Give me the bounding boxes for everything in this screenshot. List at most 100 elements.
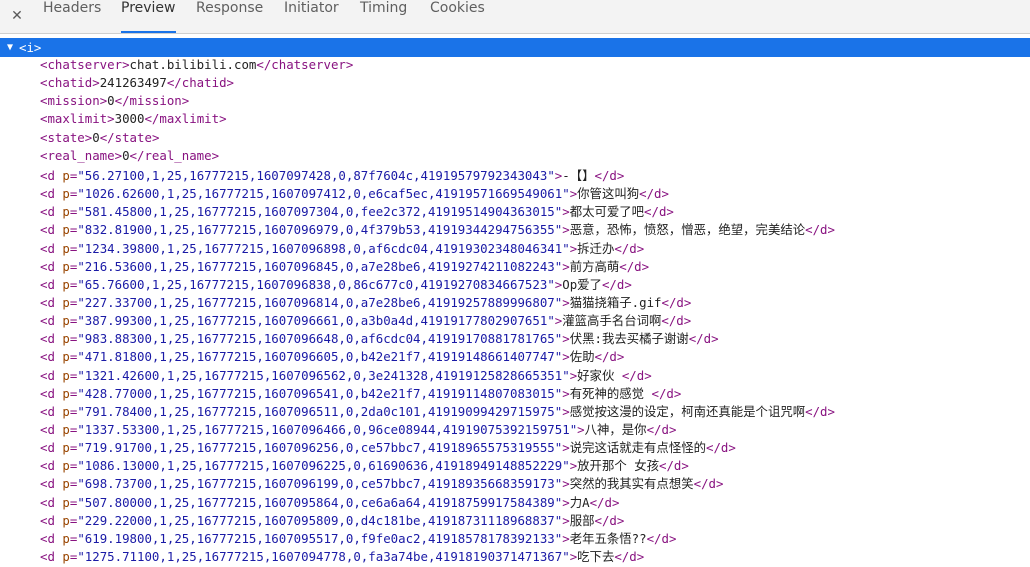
tree-node-danmaku[interactable]: <d p="428.77000,1,25,16777215,1607096541… bbox=[0, 384, 1030, 402]
attr-quote: " bbox=[562, 549, 570, 565]
tree-node-danmaku[interactable]: <d p="1321.42600,1,25,16777215,160709656… bbox=[0, 366, 1030, 384]
danmaku-text: 力A bbox=[569, 494, 590, 510]
tree-node-danmaku[interactable]: <d p="581.45800,1,25,16777215,1607097304… bbox=[0, 202, 1030, 220]
attr-value: 1275.71100,1,25,16777215,1607094778,0,fa… bbox=[84, 549, 563, 565]
close-tag-start: </ bbox=[166, 75, 182, 91]
danmaku-text: 拆迁办 bbox=[577, 240, 615, 256]
tree-node-danmaku[interactable]: <d p="1337.53300,1,25,16777215,160709646… bbox=[0, 420, 1030, 438]
close-tag: </d> bbox=[619, 258, 650, 274]
tree-node-danmaku[interactable]: <d p="65.76600,1,25,16777215,1607096838,… bbox=[0, 275, 1030, 293]
node-content: <d p="507.80000,1,25,16777215,1607095864… bbox=[40, 493, 619, 511]
tree-node-danmaku[interactable]: <d p="832.81900,1,25,16777215,1607096979… bbox=[0, 220, 1030, 238]
tab-response[interactable]: Response bbox=[196, 0, 263, 33]
attr-name: p bbox=[62, 367, 70, 383]
attr-quote: " bbox=[562, 186, 570, 202]
danmaku-text: 说完这话就走有点怪怪的 bbox=[569, 440, 706, 456]
open-tag: <d bbox=[40, 186, 63, 202]
tree-node-maxlimit[interactable]: <maxlimit>3000</maxlimit> bbox=[0, 111, 1030, 129]
tree-node-chatserver[interactable]: <chatserver>chat.bilibili.com</chatserve… bbox=[0, 57, 1030, 75]
tree-node-danmaku[interactable]: <d p="983.88300,1,25,16777215,1607096648… bbox=[0, 329, 1030, 347]
node-content: <d p="832.81900,1,25,16777215,1607096979… bbox=[40, 220, 835, 238]
danmaku-text: 灌篮高手名台词啊 bbox=[562, 313, 662, 329]
tree-node-danmaku[interactable]: <d p="791.78400,1,25,16777215,1607096511… bbox=[0, 402, 1030, 420]
close-tag-end: > bbox=[345, 57, 354, 72]
attr-name: p bbox=[62, 258, 70, 274]
tree-node-danmaku[interactable]: <d p="698.73700,1,25,16777215,1607096199… bbox=[0, 474, 1030, 492]
tree-node-danmaku[interactable]: <d p="471.81800,1,25,16777215,1607096605… bbox=[0, 347, 1030, 365]
attr-quote: " bbox=[77, 385, 85, 401]
open-tag: <d bbox=[40, 167, 63, 183]
tree-node-danmaku[interactable]: <d p="387.99300,1,25,16777215,1607096661… bbox=[0, 311, 1030, 329]
tree-node-state[interactable]: <state>0</state> bbox=[0, 130, 1030, 148]
open-tag: <d bbox=[40, 331, 63, 347]
expand-arrow-icon[interactable]: ▼ bbox=[7, 38, 13, 57]
node-value: 3000 bbox=[114, 111, 145, 127]
tree-node-danmaku[interactable]: <d p="507.80000,1,25,16777215,1607095864… bbox=[0, 493, 1030, 511]
attr-value: 619.19800,1,25,16777215,1607095517,0,f9f… bbox=[84, 530, 555, 546]
attr-quote: " bbox=[547, 167, 555, 183]
attr-quote: " bbox=[77, 458, 85, 474]
tree-node-danmaku[interactable]: <d p="56.27100,1,25,16777215,1607097428,… bbox=[0, 166, 1030, 184]
attr-name: p bbox=[62, 313, 70, 329]
danmaku-text: 猫猫挠箱子.gif bbox=[569, 294, 662, 310]
open-tag: <d bbox=[40, 367, 63, 383]
tree-node-danmaku[interactable]: <d p="719.91700,1,25,16777215,1607096256… bbox=[0, 438, 1030, 456]
node-content: <d p="791.78400,1,25,16777215,1607096511… bbox=[40, 402, 835, 420]
tab-timing[interactable]: Timing bbox=[360, 0, 407, 33]
open-tag: <d bbox=[40, 385, 63, 401]
open-tag-end: > bbox=[562, 222, 570, 238]
xml-preview-tree[interactable]: ▼ <i> <chatserver>chat.bilibili.com</cha… bbox=[0, 38, 1030, 567]
close-tag-end: > bbox=[226, 75, 234, 91]
close-tag: </d> bbox=[805, 222, 835, 238]
danmaku-text: 突然的我其实有点想笑 bbox=[569, 476, 694, 492]
close-tag-name: real_name bbox=[144, 147, 212, 163]
attr-quote: " bbox=[77, 549, 85, 565]
close-tag: </d> bbox=[614, 549, 645, 565]
tree-node-danmaku[interactable]: <d p="216.53600,1,25,16777215,1607096845… bbox=[0, 257, 1030, 275]
tab-cookies[interactable]: Cookies bbox=[430, 0, 485, 33]
attr-name: p bbox=[62, 422, 70, 437]
tree-node-danmaku[interactable]: <d p="227.33700,1,25,16777215,1607096814… bbox=[0, 293, 1030, 311]
tree-node-danmaku[interactable]: <d p="1234.39800,1,25,16777215,160709689… bbox=[0, 239, 1030, 257]
open-tag-end: > bbox=[562, 494, 570, 510]
tree-node-real_name[interactable]: <real_name>0</real_name> bbox=[0, 148, 1030, 166]
tab-headers[interactable]: Headers bbox=[43, 0, 101, 33]
attr-value: 227.33700,1,25,16777215,1607096814,0,a7e… bbox=[84, 294, 555, 310]
attr-quote: " bbox=[562, 240, 570, 256]
open-tag-end: > bbox=[562, 476, 570, 492]
attr-value: 1337.53300,1,25,16777215,1607096466,0,96… bbox=[84, 422, 570, 437]
close-tag: </d> bbox=[661, 313, 692, 329]
tree-node-danmaku[interactable]: <d p="1086.13000,1,25,16777215,160709622… bbox=[0, 456, 1030, 474]
close-tag-end: > bbox=[181, 93, 190, 109]
attr-value: 983.88300,1,25,16777215,1607096648,0,af6… bbox=[84, 331, 555, 347]
tab-initiator[interactable]: Initiator bbox=[284, 0, 339, 33]
attr-quote: " bbox=[562, 458, 570, 474]
tree-node-danmaku[interactable]: <d p="1275.71100,1,25,16777215,160709477… bbox=[0, 547, 1030, 565]
tree-node-mission[interactable]: <mission>0</mission> bbox=[0, 93, 1030, 111]
attr-name: p bbox=[62, 403, 70, 419]
open-tag: <d bbox=[40, 204, 63, 220]
close-icon[interactable]: ✕ bbox=[9, 7, 25, 25]
danmaku-text: Op爱了 bbox=[562, 276, 602, 292]
attr-quote: " bbox=[77, 167, 85, 183]
attr-value: 471.81800,1,25,16777215,1607096605,0,b42… bbox=[84, 349, 555, 365]
tree-node-danmaku[interactable]: <d p="619.19800,1,25,16777215,1607095517… bbox=[0, 529, 1030, 547]
danmaku-text: 感觉按这漫的设定，柯南还真能是个诅咒啊 bbox=[569, 403, 806, 419]
node-content: <mission>0</mission> bbox=[40, 93, 189, 108]
attr-quote: " bbox=[77, 258, 85, 274]
tree-node-danmaku[interactable]: <d p="229.22000,1,25,16777215,1607095809… bbox=[0, 511, 1030, 529]
tree-node-danmaku[interactable]: <d p="1026.62600,1,25,16777215,160709741… bbox=[0, 184, 1030, 202]
node-content: <maxlimit>3000</maxlimit> bbox=[40, 111, 227, 126]
open-tag-end: > bbox=[562, 512, 570, 528]
attr-quote: " bbox=[77, 440, 85, 456]
tab-preview[interactable]: Preview bbox=[121, 0, 176, 33]
node-content: <d p="719.91700,1,25,16777215,1607096256… bbox=[40, 438, 736, 456]
close-tag-start: </ bbox=[114, 93, 130, 109]
attr-quote: " bbox=[77, 403, 85, 419]
danmaku-text: 伏黑:我去买橘子谢谢 bbox=[569, 331, 689, 347]
tree-root-node[interactable]: ▼ <i> bbox=[0, 38, 1030, 57]
tree-node-chatid[interactable]: <chatid>241263497</chatid> bbox=[0, 75, 1030, 93]
attr-name: p bbox=[62, 222, 70, 238]
open-tag-end: > bbox=[92, 75, 100, 91]
attr-value: 1026.62600,1,25,16777215,1607097412,0,e6… bbox=[84, 186, 563, 202]
